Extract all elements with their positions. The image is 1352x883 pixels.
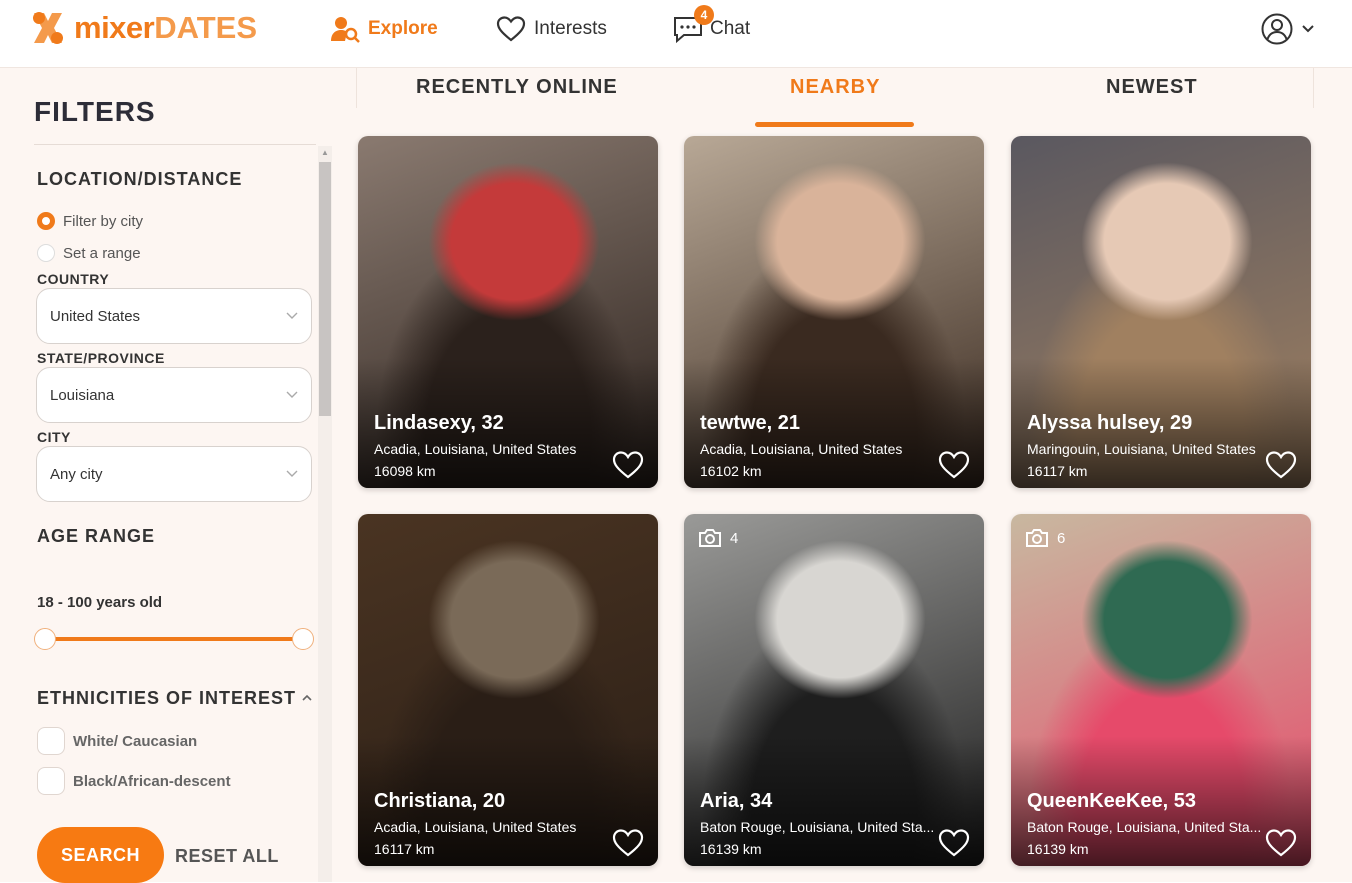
nav-chat-label: Chat: [710, 18, 751, 39]
profile-distance: 16139 km: [1027, 841, 1089, 857]
profile-distance: 16117 km: [374, 841, 435, 857]
radio-selected-icon: [37, 212, 55, 230]
chevron-down-icon: [286, 391, 298, 398]
profile-location: Baton Rouge, Louisiana, United Sta...: [700, 819, 935, 835]
divider: [34, 144, 316, 145]
top-bar: mixerDATES Explore Interests 4 Chat: [0, 0, 1352, 68]
age-slider-track[interactable]: [45, 637, 303, 641]
profile-location: Acadia, Louisiana, United States: [700, 441, 903, 457]
profile-distance: 16102 km: [700, 463, 762, 479]
radio-filter-by-city[interactable]: Filter by city: [37, 212, 143, 230]
filters-title: FILTERS: [34, 96, 156, 127]
radio-unselected-icon: [37, 244, 55, 262]
profile-location: Maringouin, Louisiana, United States: [1027, 441, 1256, 457]
profile-card[interactable]: Christiana, 20 Acadia, Louisiana, United …: [358, 514, 658, 866]
chevron-down-icon: [1302, 25, 1314, 33]
radio-label: Set a range: [63, 244, 141, 262]
city-select[interactable]: Any city: [36, 446, 312, 502]
country-value: United States: [50, 307, 141, 325]
like-heart-icon[interactable]: [938, 450, 970, 480]
checkbox-black-african-descent[interactable]: Black/African-descent: [37, 767, 231, 795]
logo-wordmark: mixerDATES: [74, 10, 257, 45]
chevron-up-icon[interactable]: [300, 691, 314, 705]
chevron-down-icon: [286, 312, 298, 319]
state-label: STATE/PROVINCE: [37, 350, 165, 366]
profile-name: tewtwe, 21: [700, 412, 801, 434]
tab-bar: RECENTLY ONLINE NEARBY NEWEST: [356, 68, 1314, 108]
profile-distance: 16139 km: [700, 841, 762, 857]
state-select[interactable]: Louisiana: [36, 367, 312, 423]
radio-label: Filter by city: [63, 212, 144, 230]
heart-icon: [496, 16, 526, 42]
nav-chat[interactable]: 4 Chat: [672, 5, 751, 46]
like-heart-icon[interactable]: [612, 828, 644, 858]
profile-card[interactable]: tewtwe, 21 Acadia, Louisiana, United Stat…: [684, 136, 984, 488]
reset-all-button[interactable]: RESET ALL: [175, 846, 279, 867]
search-button[interactable]: SEARCH: [37, 827, 164, 883]
country-select[interactable]: United States: [36, 288, 312, 344]
profile-card[interactable]: Lindasexy, 32 Acadia, Louisiana, United S…: [358, 136, 658, 488]
photo-count: 6: [1025, 528, 1065, 548]
tab-recently-online[interactable]: RECENTLY ONLINE: [416, 76, 618, 99]
nav-interests[interactable]: Interests: [496, 12, 607, 46]
location-section-title: LOCATION/DISTANCE: [37, 169, 243, 189]
nav-interests-label: Interests: [534, 18, 607, 39]
checkbox-label: Black/African-descent: [73, 772, 231, 790]
age-section-title: AGE RANGE: [37, 526, 156, 546]
tab-nearby[interactable]: NEARBY: [790, 76, 880, 99]
profile-name: QueenKeeKee, 53: [1027, 790, 1196, 812]
photo-count-value: 4: [730, 529, 739, 547]
city-value: Any city: [50, 465, 103, 483]
profile-distance: 16098 km: [374, 463, 436, 479]
radio-set-range[interactable]: Set a range: [37, 244, 141, 262]
tab-newest[interactable]: NEWEST: [1106, 76, 1198, 99]
checkbox-label: White/ Caucasian: [73, 732, 198, 750]
profile-name: Christiana, 20: [374, 790, 506, 812]
profile-location: Baton Rouge, Louisiana, United Sta...: [1027, 819, 1262, 835]
like-heart-icon[interactable]: [612, 450, 644, 480]
profile-card[interactable]: Alyssa hulsey, 29 Maringouin, Louisiana, …: [1011, 136, 1311, 488]
age-slider-min-handle[interactable]: [34, 628, 56, 650]
scrollbar-thumb[interactable]: [319, 162, 331, 416]
like-heart-icon[interactable]: [1265, 450, 1297, 480]
chat-unread-badge: 4: [694, 5, 714, 25]
main-content: RECENTLY ONLINE NEARBY NEWEST Lindasexy,…: [338, 68, 1352, 882]
nav-explore[interactable]: Explore: [330, 12, 438, 46]
city-label: CITY: [37, 429, 71, 445]
country-label: COUNTRY: [37, 271, 110, 287]
checkbox-box: [37, 767, 65, 795]
age-slider-max-handle[interactable]: [292, 628, 314, 650]
photo-count: 4: [698, 528, 738, 548]
age-range-value: 18 - 100 years old: [37, 594, 163, 611]
like-heart-icon[interactable]: [938, 828, 970, 858]
account-menu[interactable]: [1260, 12, 1316, 46]
profile-card[interactable]: 6 QueenKeeKee, 53 Baton Rouge, Louisiana, …: [1011, 514, 1311, 866]
active-tab-indicator: [755, 122, 914, 127]
profile-name: Aria, 34: [700, 790, 773, 812]
camera-icon: [699, 529, 721, 547]
logo[interactable]: mixerDATES: [30, 8, 257, 48]
state-value: Louisiana: [50, 386, 115, 404]
camera-icon: [1026, 529, 1048, 547]
profile-location: Acadia, Louisiana, United States: [374, 441, 577, 457]
filters-sidebar: FILTERS ▲ LOCATION/DISTANCE Filter by ci…: [0, 68, 338, 883]
user-avatar-icon: [1261, 13, 1293, 45]
profile-name: Lindasexy, 32: [374, 412, 504, 434]
chevron-down-icon: [286, 470, 298, 477]
sidebar-scrollbar[interactable]: ▲: [318, 146, 332, 882]
ethnicities-section-title: ETHNICITIES OF INTEREST: [37, 688, 297, 708]
like-heart-icon[interactable]: [1265, 828, 1297, 858]
checkbox-white-caucasian[interactable]: White/ Caucasian: [37, 727, 197, 755]
profile-name: Alyssa hulsey, 29: [1027, 412, 1193, 434]
logo-icon: [30, 9, 66, 47]
checkbox-box: [37, 727, 65, 755]
profile-location: Acadia, Louisiana, United States: [374, 819, 577, 835]
photo-count-value: 6: [1057, 529, 1066, 547]
explore-user-search-icon: [331, 17, 360, 43]
scroll-up-arrow-icon[interactable]: ▲: [321, 148, 329, 157]
profile-distance: 16117 km: [1027, 463, 1088, 479]
nav-explore-label: Explore: [368, 18, 438, 39]
profile-card[interactable]: 4 Aria, 34 Baton Rouge, Louisiana, United …: [684, 514, 984, 866]
